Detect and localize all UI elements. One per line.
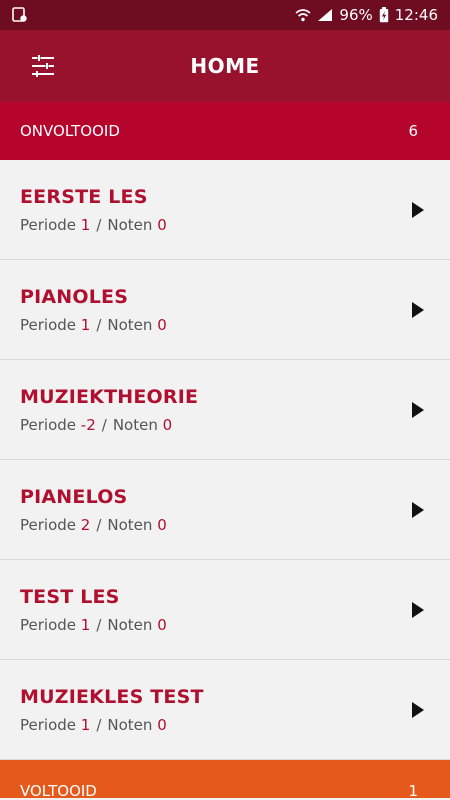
noten-value: 0 xyxy=(157,616,167,634)
lesson-meta: Periode 1/Noten 0 xyxy=(20,216,167,234)
lesson-title: PIANOLES xyxy=(20,286,129,308)
noten-value: 0 xyxy=(157,716,167,734)
noten-value: 0 xyxy=(157,316,167,334)
play-arrow-icon[interactable] xyxy=(412,402,424,418)
lesson-list: EERSTE LES Periode 1/Noten 0 PIANOLES Pe… xyxy=(0,160,450,760)
app-bar: HOME xyxy=(0,30,450,102)
list-item[interactable]: EERSTE LES Periode 1/Noten 0 xyxy=(0,160,450,260)
lesson-meta: Periode -2/Noten 0 xyxy=(20,416,173,434)
list-item[interactable]: MUZIEKTHEORIE Periode -2/Noten 0 xyxy=(0,360,450,460)
status-right: 96% 12:46 xyxy=(295,6,438,24)
notification-icon xyxy=(12,7,27,22)
status-left xyxy=(12,7,28,23)
section-header-incomplete[interactable]: ONVOLTOOID 6 xyxy=(0,102,450,160)
status-bar: 96% 12:46 xyxy=(0,0,450,30)
periode-value: 2 xyxy=(80,516,91,534)
list-item[interactable]: PIANELOS Periode 2/Noten 0 xyxy=(0,460,450,560)
section-header-complete[interactable]: VOLTOOID 1 xyxy=(0,760,450,800)
battery-percent: 96% xyxy=(339,6,373,24)
play-arrow-icon[interactable] xyxy=(412,602,424,618)
lesson-title: PIANELOS xyxy=(20,486,128,508)
periode-value: 1 xyxy=(80,616,91,634)
lesson-title: MUZIEKLES TEST xyxy=(20,686,204,708)
periode-value: 1 xyxy=(80,216,91,234)
signal-icon xyxy=(318,9,333,21)
periode-value: 1 xyxy=(80,716,91,734)
section-label: VOLTOOID xyxy=(20,782,97,800)
periode-value: 1 xyxy=(80,316,91,334)
list-item[interactable]: TEST LES Periode 1/Noten 0 xyxy=(0,560,450,660)
sliders-menu-icon xyxy=(32,55,54,77)
lesson-meta: Periode 1/Noten 0 xyxy=(20,616,167,634)
battery-charging-icon xyxy=(379,7,388,23)
lesson-title: TEST LES xyxy=(20,586,120,608)
periode-value: -2 xyxy=(80,416,96,434)
wifi-icon xyxy=(295,9,311,22)
lesson-title: MUZIEKTHEORIE xyxy=(20,386,199,408)
section-count: 1 xyxy=(408,782,418,800)
noten-value: 0 xyxy=(157,216,167,234)
lesson-meta: Periode 1/Noten 0 xyxy=(20,316,167,334)
list-item[interactable]: PIANOLES Periode 1/Noten 0 xyxy=(0,260,450,360)
play-arrow-icon[interactable] xyxy=(412,502,424,518)
play-arrow-icon[interactable] xyxy=(412,702,424,718)
clock: 12:46 xyxy=(394,6,438,24)
noten-value: 0 xyxy=(162,416,173,434)
list-item[interactable]: MUZIEKLES TEST Periode 1/Noten 0 xyxy=(0,660,450,760)
play-arrow-icon[interactable] xyxy=(412,302,424,318)
lesson-meta: Periode 2/Noten 0 xyxy=(20,516,167,534)
menu-button[interactable] xyxy=(30,54,56,78)
lesson-meta: Periode 1/Noten 0 xyxy=(20,716,167,734)
section-count: 6 xyxy=(408,122,418,140)
page-title: HOME xyxy=(190,54,260,78)
lesson-title: EERSTE LES xyxy=(20,186,148,208)
play-arrow-icon[interactable] xyxy=(412,202,424,218)
noten-value: 0 xyxy=(157,516,167,534)
section-label: ONVOLTOOID xyxy=(20,122,120,140)
